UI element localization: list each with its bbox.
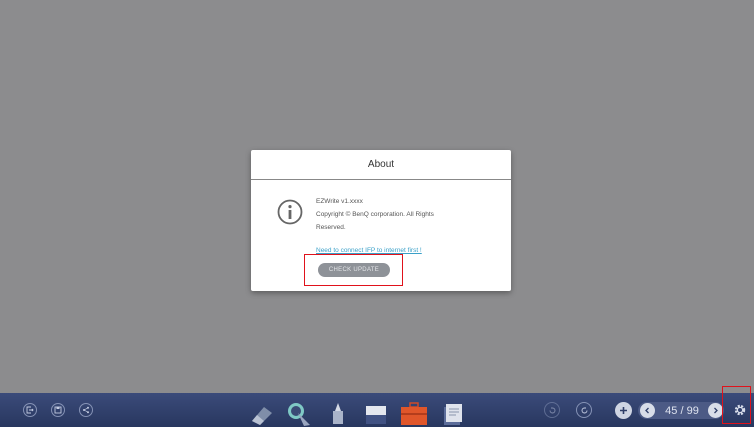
- pen-icon[interactable]: [286, 400, 312, 426]
- next-page-icon[interactable]: [708, 403, 723, 418]
- add-page-icon[interactable]: [615, 402, 632, 419]
- highlighter-icon[interactable]: [328, 401, 348, 426]
- highlight-box-settings: [722, 386, 751, 424]
- save-icon[interactable]: [51, 403, 65, 417]
- info-icon: [277, 199, 303, 225]
- eraser-icon[interactable]: [250, 403, 274, 425]
- redo-icon[interactable]: [576, 402, 592, 418]
- prev-page-icon[interactable]: [640, 403, 655, 418]
- highlight-box-check-update: [304, 254, 403, 286]
- share-icon[interactable]: [79, 403, 93, 417]
- copyright-text: Copyright © BenQ corporation. All Rights: [316, 211, 434, 218]
- version-text: EZWrite v1.xxxx: [316, 198, 363, 205]
- copyright-text-cont: Reserved.: [316, 224, 346, 231]
- notes-icon[interactable]: [440, 402, 466, 426]
- undo-icon[interactable]: [544, 402, 560, 418]
- dialog-title: About: [251, 150, 511, 180]
- exit-icon[interactable]: [23, 403, 37, 417]
- marker-icon[interactable]: [364, 405, 388, 425]
- connect-internet-link[interactable]: Need to connect IFP to internet first !: [316, 247, 422, 254]
- toolbox-icon[interactable]: [399, 402, 429, 426]
- page-counter: 45 / 99: [665, 404, 699, 417]
